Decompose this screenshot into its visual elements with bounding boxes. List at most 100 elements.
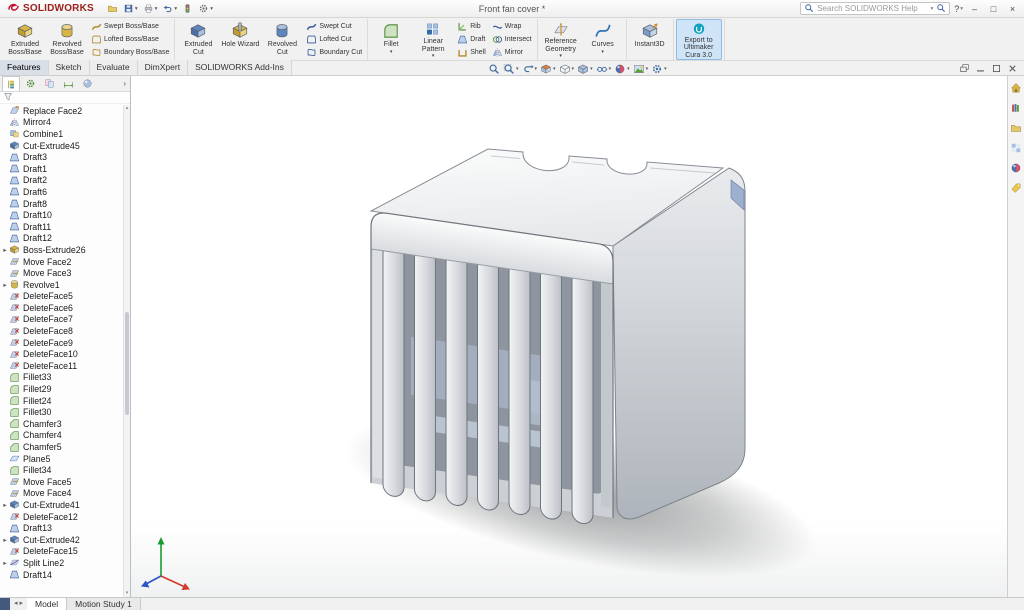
ribbon-button-shell[interactable]: Shell — [454, 46, 489, 59]
maximize-button[interactable]: □ — [986, 4, 1001, 14]
tree-item-deleteface9[interactable]: DeleteFace9 — [1, 337, 122, 349]
apply-scene-button[interactable]: ▾ — [633, 63, 649, 75]
ribbon-button-intersect[interactable]: Intersect — [489, 33, 535, 46]
study-tab-model[interactable]: Model — [27, 598, 67, 610]
tree-item-draft2[interactable]: Draft2 — [1, 175, 122, 187]
panel-tab-dimxpert-manager[interactable] — [59, 76, 77, 91]
tree-item-deleteface12[interactable]: DeleteFace12 — [1, 511, 122, 523]
tree-item-deleteface11[interactable]: DeleteFace11 — [1, 360, 122, 372]
options-button[interactable]: ▾ — [196, 2, 215, 16]
tree-scrollbar-thumb[interactable] — [125, 312, 129, 415]
task-pane-view-palette-button[interactable] — [1009, 141, 1023, 155]
task-pane-custom-properties-button[interactable] — [1009, 181, 1023, 195]
tree-item-deleteface10[interactable]: DeleteFace10 — [1, 348, 122, 360]
close-button[interactable]: × — [1005, 4, 1020, 14]
ribbon-button-boundary-boss-base[interactable]: Boundary Boss/Base — [88, 46, 172, 59]
panel-tab-configuration-manager[interactable] — [40, 76, 58, 91]
undo-button[interactable]: ▾ — [160, 2, 179, 16]
scroll-down-icon[interactable]: ▾ — [124, 590, 130, 597]
tree-item-draft11[interactable]: Draft11 — [1, 221, 122, 233]
ribbon-button-hole-wizard[interactable]: Hole Wizard — [219, 19, 261, 60]
ribbon-button-lofted-boss-base[interactable]: Lofted Boss/Base — [88, 33, 172, 46]
hide-show-button[interactable]: ▾ — [596, 63, 612, 75]
help-button[interactable]: ?▾ — [954, 4, 963, 14]
ribbon-button-swept-cut[interactable]: Swept Cut — [303, 20, 365, 33]
study-tab-motion-study-1[interactable]: Motion Study 1 — [67, 598, 141, 610]
tree-item-deleteface5[interactable]: DeleteFace5 — [1, 291, 122, 303]
document-restore-button[interactable] — [991, 63, 1002, 76]
tree-item-replace-face2[interactable]: Replace Face2 — [1, 105, 122, 117]
document-minimize-button[interactable] — [975, 63, 986, 76]
ribbon-button-export-to-ultimaker-cura-3-0[interactable]: Export to Ultimaker Cura 3.0 — [676, 19, 722, 60]
ribbon-button-mirror[interactable]: Mirror — [489, 46, 535, 59]
ribbon-button-rib[interactable]: Rib — [454, 20, 489, 33]
search-go-icon[interactable] — [936, 3, 946, 15]
t ree-scrollbar[interactable]: ▴ ▾ — [123, 105, 130, 597]
print-button[interactable]: ▾ — [141, 2, 160, 16]
rebuild-button[interactable] — [180, 2, 195, 16]
tree-item-deleteface7[interactable]: DeleteFace7 — [1, 314, 122, 326]
previous-view-button[interactable]: ▾ — [522, 63, 538, 75]
tree-item-deleteface8[interactable]: DeleteFace8 — [1, 325, 122, 337]
minimize-button[interactable]: – — [967, 4, 982, 14]
tree-item-draft12[interactable]: Draft12 — [1, 233, 122, 245]
edit-appearance-button[interactable]: ▾ — [614, 63, 630, 75]
tree-item-revolve1[interactable]: ▸Revolve1 — [1, 279, 122, 291]
tree-item-fillet29[interactable]: Fillet29 — [1, 383, 122, 395]
ribbon-button-revolved-cut[interactable]: Revolved Cut — [261, 19, 303, 60]
display-style-button[interactable]: ▾ — [577, 63, 593, 75]
filter-funnel-icon[interactable] — [3, 92, 13, 104]
tree-item-split-line2[interactable]: ▸Split Line2 — [1, 557, 122, 569]
tree-item-move-face5[interactable]: Move Face5 — [1, 476, 122, 488]
zoom-fit-button[interactable] — [488, 63, 500, 75]
tree-item-deleteface6[interactable]: DeleteFace6 — [1, 302, 122, 314]
tree-item-fillet24[interactable]: Fillet24 — [1, 395, 122, 407]
save-button[interactable]: ▾ — [121, 2, 140, 16]
ribbon-button-linear-pattern[interactable]: Linear Pattern▾ — [412, 19, 454, 60]
panel-tab-feature-manager[interactable] — [2, 76, 20, 91]
ribbon-button-extruded-boss-base[interactable]: Extruded Boss/Base — [4, 19, 46, 60]
tree-item-deleteface15[interactable]: DeleteFace15 — [1, 546, 122, 558]
open-button[interactable] — [105, 2, 120, 16]
tab-evaluate[interactable]: Evaluate — [90, 60, 138, 75]
zoom-area-button[interactable]: ▾ — [503, 63, 519, 75]
ribbon-button-boundary-cut[interactable]: Boundary Cut — [303, 46, 365, 59]
ribbon-button-reference-geometry[interactable]: Reference Geometry▾ — [540, 19, 582, 60]
tree-item-cut-extrude41[interactable]: ▸Cut-Extrude41 — [1, 499, 122, 511]
tree-item-boss-extrude26[interactable]: ▸Boss-Extrude26 — [1, 244, 122, 256]
section-view-button[interactable]: ▾ — [540, 63, 556, 75]
tree-item-move-face4[interactable]: Move Face4 — [1, 488, 122, 500]
tree-item-mirror4[interactable]: Mirror4 — [1, 117, 122, 129]
ribbon-button-wrap[interactable]: Wrap — [489, 20, 535, 33]
tab-dimxpert[interactable]: DimXpert — [138, 60, 188, 75]
tree-item-cut-extrude42[interactable]: ▸Cut-Extrude42 — [1, 534, 122, 546]
document-close-button[interactable] — [1007, 63, 1018, 76]
ribbon-button-revolved-boss-base[interactable]: Revolved Boss/Base — [46, 19, 88, 60]
tree-item-move-face3[interactable]: Move Face3 — [1, 267, 122, 279]
graphics-viewport[interactable] — [131, 76, 1007, 597]
scroll-up-icon[interactable]: ▴ — [124, 105, 130, 112]
tree-item-chamfer3[interactable]: Chamfer3 — [1, 418, 122, 430]
tree-item-draft13[interactable]: Draft13 — [1, 522, 122, 534]
ribbon-button-lofted-cut[interactable]: Lofted Cut — [303, 33, 365, 46]
study-tab-scroll-arrows[interactable]: ◂ ▸ — [10, 598, 27, 610]
panel-tabs-overflow-chevron[interactable]: › — [123, 79, 128, 88]
tree-item-draft1[interactable]: Draft1 — [1, 163, 122, 175]
tree-item-fillet33[interactable]: Fillet33 — [1, 372, 122, 384]
tree-item-move-face2[interactable]: Move Face2 — [1, 256, 122, 268]
ribbon-button-instant3d[interactable]: Instant3D — [629, 19, 671, 60]
fan-cover-model[interactable] — [131, 76, 1007, 597]
tree-item-draft6[interactable]: Draft6 — [1, 186, 122, 198]
search-box[interactable]: Search SOLIDWORKS Help ▾ — [800, 2, 950, 15]
tree-item-chamfer5[interactable]: Chamfer5 — [1, 441, 122, 453]
ribbon-button-curves[interactable]: Curves▾ — [582, 19, 624, 60]
panel-tab-display-manager[interactable] — [78, 76, 96, 91]
panel-tab-property-manager[interactable] — [21, 76, 39, 91]
tree-item-draft8[interactable]: Draft8 — [1, 198, 122, 210]
tree-item-chamfer4[interactable]: Chamfer4 — [1, 430, 122, 442]
task-pane-home-button[interactable] — [1009, 81, 1023, 95]
ribbon-button-draft[interactable]: Draft — [454, 33, 489, 46]
task-pane-appearances-button[interactable] — [1009, 161, 1023, 175]
ribbon-button-swept-boss-base[interactable]: Swept Boss/Base — [88, 20, 172, 33]
tree-item-draft14[interactable]: Draft14 — [1, 569, 122, 581]
